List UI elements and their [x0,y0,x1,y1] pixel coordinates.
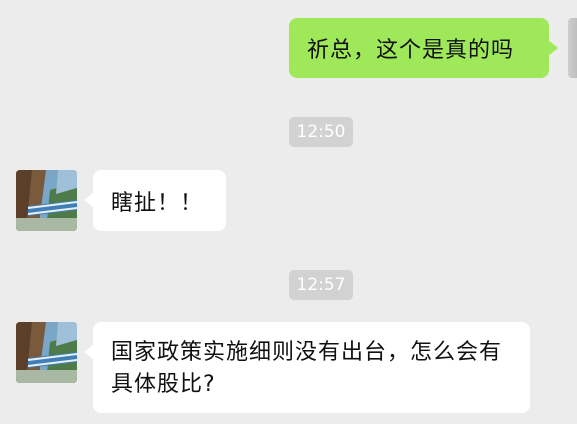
avatar-landscape-icon [16,322,77,383]
chat-conversation: 祈总，这个是真的吗 12:50 瞎扯！！ 12:57 国家政策实施细则没有出台，… [0,0,577,424]
incoming-message-bubble[interactable]: 国家政策实施细则没有出台，怎么会有具体股比? [84,322,530,413]
incoming-message-text: 瞎扯！！ [111,190,204,216]
contact-avatar[interactable] [16,322,77,383]
contact-avatar[interactable] [16,170,77,231]
timestamp-text: 12:50 [296,122,346,142]
self-avatar[interactable] [568,18,577,78]
timestamp: 12:57 [289,270,353,300]
incoming-message-text: 国家政策实施细则没有出台，怎么会有具体股比? [111,340,503,397]
avatar-landscape-icon [16,170,77,231]
timestamp: 12:50 [289,117,353,147]
incoming-message-bubble[interactable]: 瞎扯！！ [84,170,226,231]
outgoing-message-text: 祈总，这个是真的吗 [307,38,515,63]
outgoing-message-bubble[interactable]: 祈总，这个是真的吗 [289,18,558,78]
timestamp-text: 12:57 [296,275,346,295]
